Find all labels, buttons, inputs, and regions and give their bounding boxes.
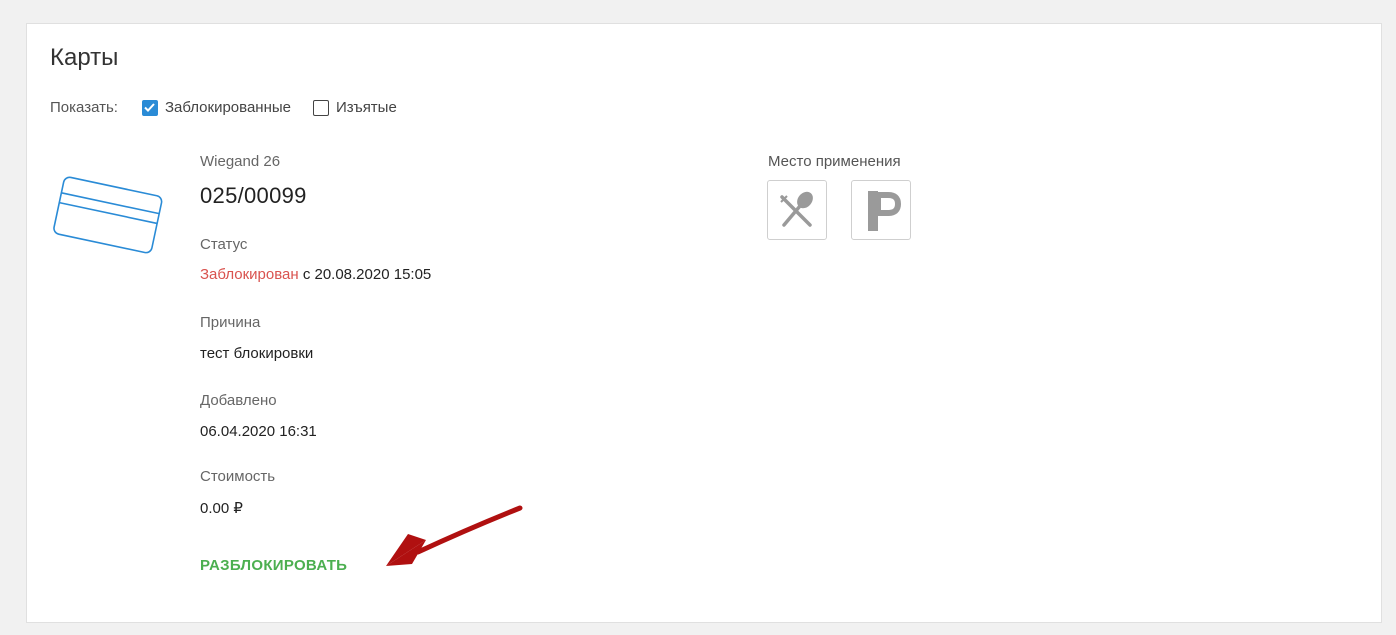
card-number: 025/00099 xyxy=(200,183,307,208)
status-label: Статус xyxy=(200,236,248,253)
status-badge: Заблокирован xyxy=(200,266,299,283)
usage-parking-button[interactable] xyxy=(851,180,911,240)
annotation-arrow-icon xyxy=(386,505,523,566)
parking-icon xyxy=(868,191,902,231)
filter-blocked-checkbox[interactable]: Заблокированные xyxy=(141,99,291,116)
filter-withdrawn-checkbox[interactable]: Изъятые xyxy=(312,99,397,116)
filter-bar: Показать: Заблокированные Изъятые xyxy=(50,99,419,116)
checkbox-unchecked-icon xyxy=(312,99,329,116)
page-title: Карты xyxy=(50,44,119,71)
checkbox-checked-icon xyxy=(141,99,158,116)
restaurant-icon xyxy=(780,191,813,227)
usage-label: Место применения xyxy=(768,153,901,170)
cost-label: Стоимость xyxy=(200,468,276,485)
filter-withdrawn-label: Изъятые xyxy=(335,99,397,116)
usage-restaurant-button[interactable] xyxy=(767,180,827,240)
cost-value: 0.00 ₽ xyxy=(200,500,243,517)
filter-blocked-label: Заблокированные xyxy=(164,99,291,116)
card-type: Wiegand 26 xyxy=(200,153,281,170)
filter-label: Показать: xyxy=(50,99,118,116)
reason-value: тест блокировки xyxy=(200,345,314,362)
reason-label: Причина xyxy=(200,314,261,331)
status-value: Заблокирован с 20.08.2020 15:05 xyxy=(200,266,431,283)
added-label: Добавлено xyxy=(200,392,277,409)
unblock-button[interactable]: РАЗБЛОКИРОВАТЬ xyxy=(200,557,347,574)
added-value: 06.04.2020 16:31 xyxy=(200,423,317,440)
status-since: с 20.08.2020 15:05 xyxy=(302,266,432,283)
card-icon xyxy=(53,176,163,254)
